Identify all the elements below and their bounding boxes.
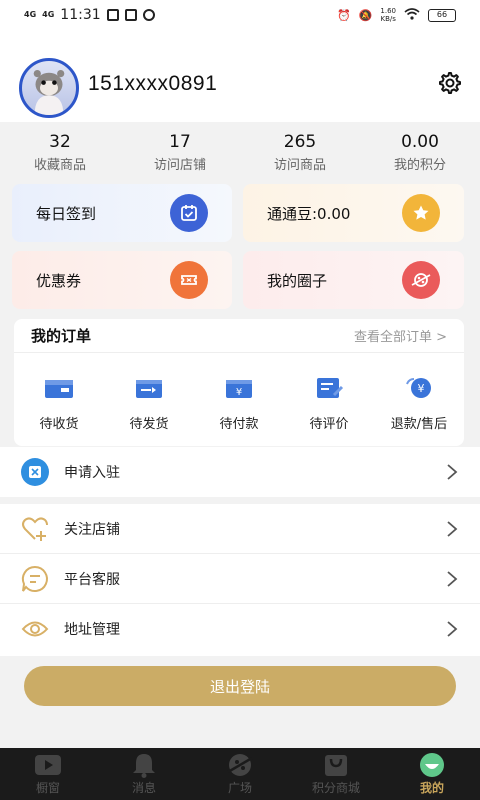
customer-service-label: 平台客服	[64, 571, 120, 588]
chat-bubble-icon	[20, 564, 50, 594]
coupon-card[interactable]: 优惠券	[12, 251, 232, 309]
order-status-row: 待收货 待发货 ¥ 待付款 待评价 ¥ 退款/售后	[14, 353, 464, 446]
play-window-icon	[35, 755, 61, 775]
wifi-icon	[404, 7, 420, 23]
review-edit-icon	[317, 378, 344, 398]
tab-messages-label: 消息	[131, 781, 156, 795]
cast-icon	[124, 9, 137, 21]
order-pending-receipt[interactable]: 待收货	[14, 353, 104, 446]
stats-row: 32 收藏商品 17 访问店铺 265 访问商品 0.00 我的积分	[0, 122, 480, 182]
alarm-icon: ⏰	[337, 8, 351, 22]
follow-stores-item[interactable]: 关注店铺	[0, 504, 480, 554]
tab-square-label: 广场	[227, 781, 252, 795]
svg-text:¥: ¥	[236, 387, 242, 398]
tab-square[interactable]: 广场	[192, 748, 288, 800]
orders-panel: 我的订单 查看全部订单 > 待收货 待发货 ¥ 待付款 待评价 ¥ 退款/售后	[14, 319, 464, 446]
coupon-label: 优惠券	[36, 271, 82, 290]
tab-points-mall[interactable]: 积分商城	[288, 748, 384, 800]
calendar-check-icon	[170, 194, 208, 232]
apply-merchant-label: 申请入驻	[64, 465, 120, 481]
shield-badge-icon	[20, 457, 50, 487]
apply-merchant-item[interactable]: 申请入驻	[0, 447, 480, 497]
signal-icon: 4G	[24, 10, 37, 19]
bottom-tab-bar: 橱窗 消息 广场 积分商城 我的	[0, 748, 480, 800]
payment-icon: ¥	[226, 380, 252, 398]
daily-sign-in-card[interactable]: 每日签到	[12, 184, 232, 242]
orders-header: 我的订单 查看全部订单 >	[14, 319, 464, 353]
smiley-profile-icon	[420, 753, 444, 777]
chevron-right-icon	[447, 570, 458, 587]
status-bar: 4G 4G 11:31 ⏰ 🔕 1.60 KB/s 66	[0, 0, 480, 30]
tab-mine[interactable]: 我的	[384, 748, 480, 800]
tab-showcase[interactable]: 橱窗	[0, 748, 96, 800]
apply-section: 申请入驻	[0, 447, 480, 497]
order-pending-shipment-label: 待发货	[129, 417, 169, 432]
stat-favorites[interactable]: 32 收藏商品	[0, 122, 120, 182]
order-pending-receipt-label: 待收货	[39, 417, 79, 432]
my-circle-label: 我的圈子	[267, 271, 328, 290]
telegram-icon	[106, 9, 119, 21]
chevron-right-icon	[447, 464, 458, 480]
logout-button[interactable]: 退出登陆	[24, 666, 456, 706]
battery-icon: 66	[428, 8, 456, 22]
chevron-right-icon	[447, 520, 458, 537]
settings-gear-icon[interactable]	[436, 70, 462, 96]
address-management-label: 地址管理	[64, 622, 120, 638]
my-circle-card[interactable]: 我的圈子	[243, 251, 464, 309]
order-pending-shipment[interactable]: 待发货	[104, 353, 194, 446]
menu-group: 关注店铺 平台客服 地址管理	[0, 504, 480, 656]
order-refund-label: 退款/售后	[390, 417, 448, 432]
tab-points-mall-label: 积分商城	[311, 781, 360, 795]
heart-plus-icon	[20, 514, 50, 544]
order-pending-payment[interactable]: ¥ 待付款	[194, 353, 284, 446]
username: 151xxxx0891	[88, 72, 218, 95]
follow-stores-label: 关注店铺	[64, 521, 120, 538]
net-speed: 1.60 KB/s	[380, 7, 396, 23]
bell-icon	[133, 754, 155, 778]
stat-visited-stores[interactable]: 17 访问店铺	[120, 122, 240, 182]
shopping-bag-icon	[325, 755, 347, 776]
signal-icon-2: 4G	[42, 10, 55, 19]
tab-messages[interactable]: 消息	[96, 748, 192, 800]
shipping-box-icon	[136, 380, 162, 398]
beans-card[interactable]: 通通豆:0.00	[243, 184, 464, 242]
star-icon	[402, 194, 440, 232]
svg-text:¥: ¥	[418, 382, 425, 395]
view-all-orders-link[interactable]: 查看全部订单 >	[354, 326, 447, 345]
daily-sign-in-label: 每日签到	[36, 204, 97, 223]
avatar[interactable]	[19, 58, 79, 118]
order-pending-payment-label: 待付款	[219, 417, 259, 432]
mute-icon: 🔕	[358, 8, 373, 22]
ticket-icon	[170, 261, 208, 299]
planet-icon	[402, 261, 440, 299]
address-management-item[interactable]: 地址管理	[0, 604, 480, 654]
order-pending-review[interactable]: 待评价	[284, 353, 374, 446]
profile-header: 151xxxx0891	[0, 30, 480, 122]
planet-tab-icon	[227, 754, 253, 776]
stat-points[interactable]: 0.00 我的积分	[360, 122, 480, 182]
location-pin-icon	[20, 614, 50, 644]
customer-service-item[interactable]: 平台客服	[0, 554, 480, 604]
chevron-right-icon	[447, 621, 458, 637]
clock: 11:31	[60, 7, 101, 23]
tab-showcase-label: 橱窗	[35, 781, 60, 795]
refund-icon: ¥	[406, 378, 431, 398]
stat-visited-products[interactable]: 265 访问商品	[240, 122, 360, 182]
order-pending-review-label: 待评价	[309, 417, 349, 432]
browser-icon	[142, 9, 155, 21]
tab-mine-label: 我的	[419, 781, 444, 795]
beans-label: 通通豆:0.00	[267, 204, 351, 223]
wallet-icon	[45, 380, 73, 398]
order-refund[interactable]: ¥ 退款/售后	[374, 353, 464, 446]
orders-title: 我的订单	[31, 327, 92, 345]
